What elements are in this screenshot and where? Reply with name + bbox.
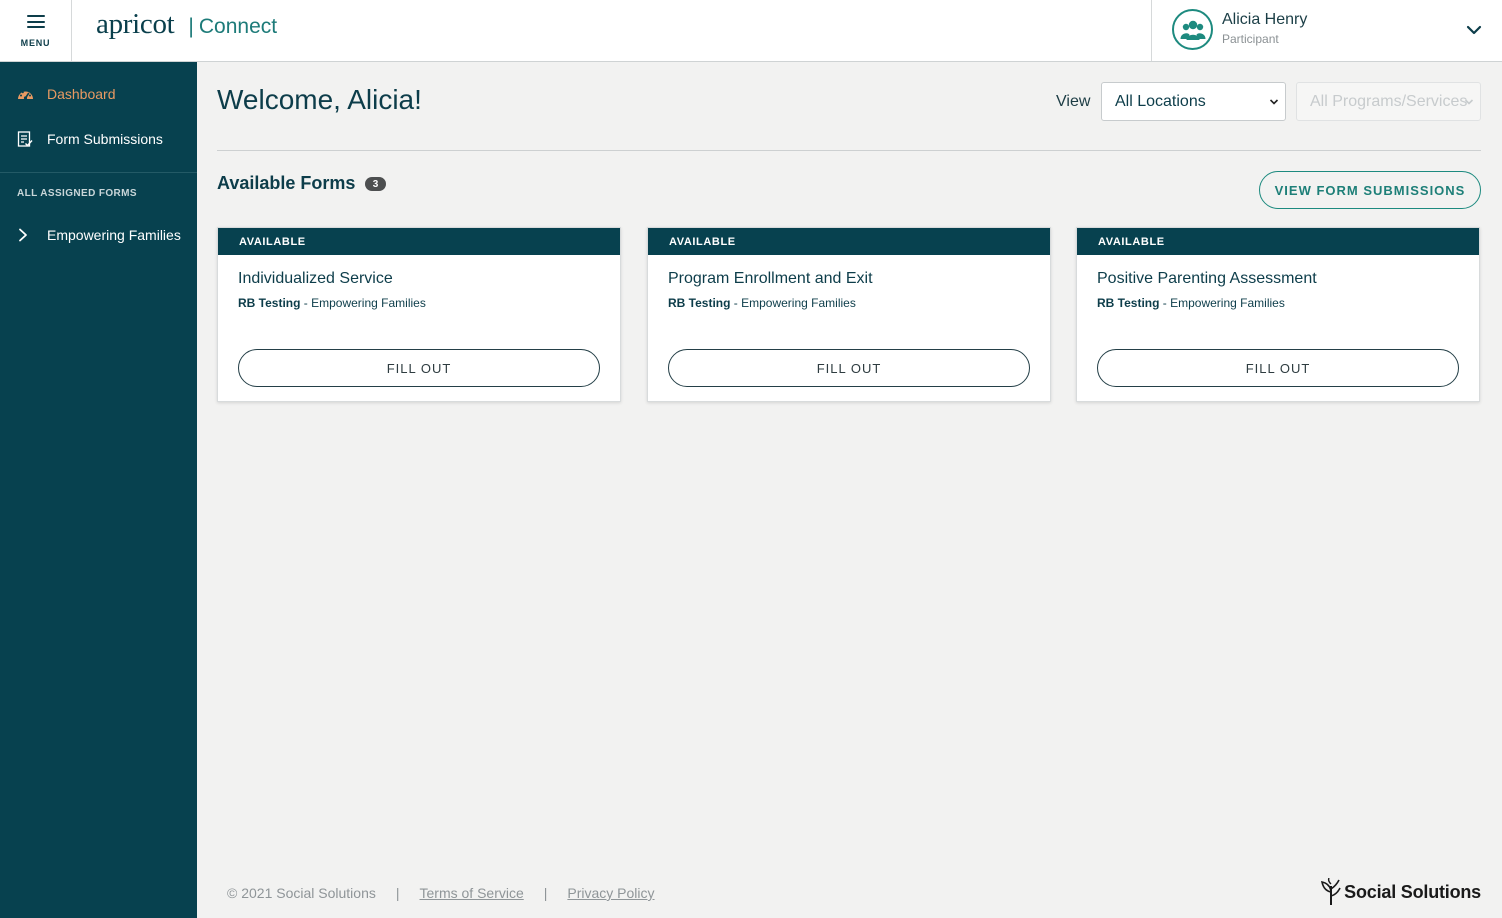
card-org: RB Testing [238, 296, 301, 310]
sidebar-item-label: Empowering Families [47, 227, 181, 243]
top-bar: MENU apricot | Connect Alicia Henry Part… [0, 0, 1502, 62]
card-program: - Empowering Families [300, 296, 426, 310]
app-name: Connect [198, 15, 278, 38]
brand-separator: | [188, 15, 194, 38]
footer-separator: | [395, 885, 400, 901]
main-content: Welcome, Alicia! View All Locations All … [197, 62, 1502, 918]
location-select-value: All Locations [1115, 92, 1206, 110]
card-title: Program Enrollment and Exit [668, 270, 873, 287]
sidebar: Dashboard Form Submissions ALL ASSIGNED … [0, 62, 197, 918]
form-check-icon [16, 130, 34, 148]
footer: © 2021 Social Solutions | Terms of Servi… [227, 885, 655, 901]
user-name: Alicia Henry [1222, 11, 1308, 28]
card-status: AVAILABLE [1077, 228, 1479, 255]
card-program: - Empowering Families [1159, 296, 1285, 310]
card-subtitle: RB Testing - Empowering Families [1097, 296, 1285, 310]
view-label: View [1056, 93, 1091, 110]
card-status: AVAILABLE [218, 228, 620, 255]
card-org: RB Testing [668, 296, 731, 310]
count-badge: 3 [365, 177, 386, 191]
section-title: Available Forms [217, 173, 356, 193]
card-org: RB Testing [1097, 296, 1160, 310]
view-form-submissions-button[interactable]: VIEW FORM SUBMISSIONS [1259, 171, 1481, 209]
social-solutions-logo: Social Solutions [1320, 878, 1481, 906]
program-select[interactable]: All Programs/Services [1296, 82, 1481, 121]
sidebar-item-label: Dashboard [47, 86, 116, 102]
program-select-value: All Programs/Services [1310, 92, 1468, 110]
chevron-right-icon [14, 226, 32, 244]
people-group-icon [1180, 20, 1205, 40]
card-program: - Empowering Families [730, 296, 856, 310]
card-subtitle: RB Testing - Empowering Families [238, 296, 426, 310]
card-subtitle: RB Testing - Empowering Families [668, 296, 856, 310]
sidebar-section-heading: ALL ASSIGNED FORMS [17, 188, 137, 199]
dashboard-gauge-icon [16, 85, 34, 103]
form-card: AVAILABLE Positive Parenting Assessment … [1076, 227, 1480, 402]
location-select[interactable]: All Locations [1101, 82, 1286, 121]
hamburger-icon [26, 15, 45, 28]
sidebar-item-empowering-families[interactable]: Empowering Families [0, 217, 197, 253]
menu-label: MENU [20, 38, 51, 48]
user-role: Participant [1222, 32, 1279, 46]
menu-button[interactable]: MENU [0, 0, 72, 61]
company-logo-text: Social Solutions [1344, 881, 1481, 902]
page-title: Welcome, Alicia! [217, 84, 422, 115]
terms-link[interactable]: Terms of Service [420, 885, 524, 901]
form-card: AVAILABLE Individualized Service RB Test… [217, 227, 621, 402]
card-status: AVAILABLE [648, 228, 1050, 255]
fill-out-button[interactable]: FILL OUT [1097, 349, 1459, 387]
sprout-logo-icon [1321, 878, 1341, 905]
footer-separator: | [543, 885, 548, 901]
avatar [1172, 9, 1213, 50]
brand[interactable]: apricot | Connect [96, 8, 277, 41]
sidebar-divider [0, 172, 197, 173]
copyright: © 2021 Social Solutions [227, 885, 376, 901]
fill-out-button[interactable]: FILL OUT [668, 349, 1030, 387]
chevron-down-icon[interactable] [1466, 22, 1482, 38]
card-title: Positive Parenting Assessment [1097, 270, 1317, 287]
user-menu[interactable]: Alicia Henry Participant [1151, 0, 1502, 61]
form-card: AVAILABLE Program Enrollment and Exit RB… [647, 227, 1051, 402]
privacy-link[interactable]: Privacy Policy [567, 885, 654, 901]
sidebar-item-form-submissions[interactable]: Form Submissions [0, 121, 197, 157]
sidebar-item-label: Form Submissions [47, 131, 163, 147]
apricot-logo: apricot [96, 8, 175, 40]
divider [217, 150, 1481, 151]
sidebar-item-dashboard[interactable]: Dashboard [0, 76, 197, 112]
chevron-down-icon [1464, 99, 1474, 105]
card-title: Individualized Service [238, 270, 393, 287]
chevron-down-icon [1269, 99, 1279, 105]
fill-out-button[interactable]: FILL OUT [238, 349, 600, 387]
